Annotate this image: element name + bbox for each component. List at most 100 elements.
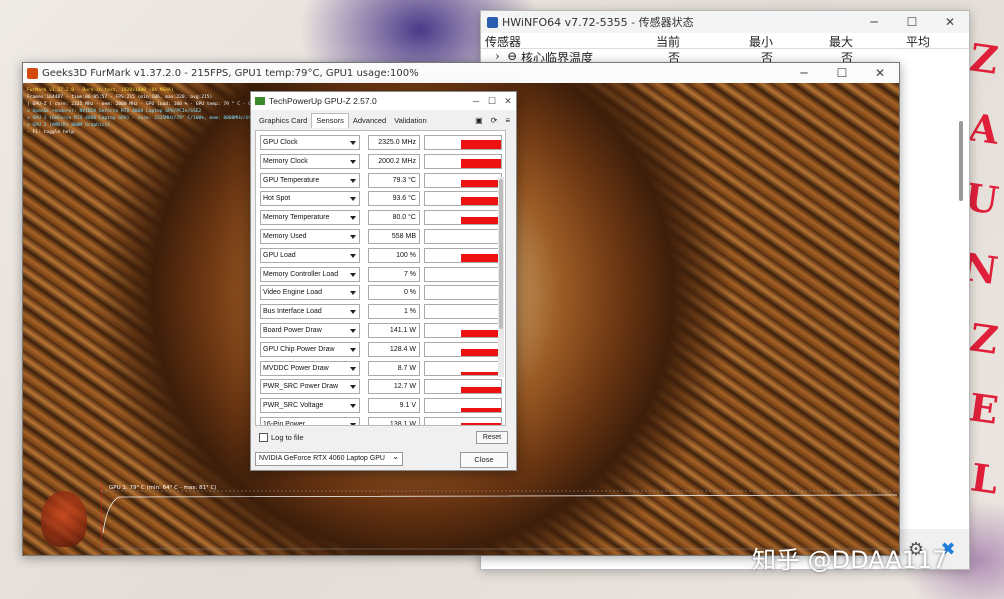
col-max[interactable]: 最大 [829,33,853,50]
sensor-name-dropdown[interactable]: Hot Spot [260,191,360,207]
sensor-scrollbar[interactable] [498,177,504,377]
tab-graphics-card[interactable]: Graphics Card [255,114,311,128]
sensor-value: 100 % [368,247,420,263]
sensor-name-dropdown[interactable]: Memory Controller Load [260,266,360,282]
tab-advanced[interactable]: Advanced [349,114,390,128]
furmark-titlebar[interactable]: Geeks3D FurMark v1.37.2.0 - 215FPS, GPU1… [23,63,899,83]
wallpaper-glyph: Z [967,314,1002,363]
sensor-name-dropdown[interactable]: MVDDC Power Draw [260,360,360,376]
maximize-icon[interactable]: ☐ [823,63,861,83]
sensor-graph [424,153,502,169]
sensor-name-dropdown[interactable]: Video Engine Load [260,285,360,301]
expand-chevron-icon[interactable]: › [495,49,500,63]
sensor-graph [424,266,502,282]
sensor-row: PWR_SRC Power Draw 12.7 W [258,378,502,397]
sensor-name-dropdown[interactable]: Memory Used [260,228,360,244]
furmark-title: Geeks3D FurMark v1.37.2.0 - 215FPS, GPU1… [42,67,419,79]
gpuz-app-icon [255,97,265,105]
sensor-graph [424,191,502,207]
sensor-row: GPU Chip Power Draw 128.4 W [258,341,502,360]
sensor-graph [424,304,502,320]
hwinfo-app-icon [487,16,498,28]
sensor-value: 138.1 W [368,416,420,425]
sensor-row: Bus Interface Load 1 % [258,303,502,322]
log-to-file-checkbox[interactable]: Log to file [259,433,304,442]
furmark-logo [41,491,87,547]
sensor-circle-icon: ⊖ [507,49,518,63]
checkbox-box[interactable] [259,433,268,442]
sensor-graph [424,228,502,244]
col-avg[interactable]: 平均 [906,33,930,50]
furmark-stats-overlay: FurMark v1.37.2.0 - Burn-in test, 1920x1… [27,87,270,136]
sensor-name-dropdown[interactable]: GPU Load [260,247,360,263]
menu-icon[interactable]: ≡ [505,116,510,125]
sensor-row: PWR_SRC Voltage 9.1 V [258,397,502,416]
maximize-icon[interactable]: ☐ [484,92,500,110]
sensor-name-dropdown[interactable]: PWR_SRC Voltage [260,398,360,414]
sensor-name-dropdown[interactable]: GPU Clock [260,135,360,150]
furmark-stat-line: > OpenGL renderer: NVIDIA GeForce RTX 40… [27,109,202,114]
sensor-value: 2000.2 MHz [368,153,420,169]
hwinfo-title: HWiNFO64 v7.72-5355 - 传感器状态 [502,16,694,29]
sensor-row: 16-Pin Power 138.1 W [258,416,502,425]
sensor-row: Memory Controller Load 7 % [258,266,502,285]
sensor-row: GPU Clock 2325.0 MHz [258,134,502,153]
sensor-name-dropdown[interactable]: PWR_SRC Power Draw [260,379,360,395]
sensor-value: 79.3 °C [368,172,420,188]
sensor-graph [424,341,502,357]
col-sensor[interactable]: 传感器 [485,33,521,50]
gpu-select-dropdown[interactable]: NVIDIA GeForce RTX 4060 Laptop GPU [255,451,403,466]
hwinfo-column-header: 传感器 当前 最小 最大 平均 [481,33,969,49]
sensor-graph [424,285,502,301]
sensor-value: 141.1 W [368,322,420,338]
zhihu-watermark: 知乎 @DDAA117 [752,546,948,574]
tab-sensors[interactable]: Sensors [311,113,349,128]
reset-button[interactable]: Reset [476,431,508,444]
sensor-name-dropdown[interactable]: 16-Pin Power [260,416,360,425]
sensor-value: 2325.0 MHz [368,135,420,150]
sensor-name-dropdown[interactable]: Board Power Draw [260,322,360,338]
camera-icon[interactable]: ▣ [475,116,483,125]
hwinfo-scrollbar[interactable] [959,121,963,201]
sensor-graph [424,247,502,263]
close-icon[interactable]: ✕ [861,63,899,83]
wallpaper-glyph: A [965,104,1002,153]
close-button[interactable]: Close [460,452,508,468]
wallpaper-glyph: Z [967,34,1002,83]
sensor-row: Board Power Draw 141.1 W [258,322,502,341]
sensor-row: Memory Clock 2000.2 MHz [258,153,502,172]
hwinfo-titlebar[interactable]: HWiNFO64 v7.72-5355 - 传感器状态 ─ ☐ ✕ [481,11,969,33]
sensor-name-dropdown[interactable]: Bus Interface Load [260,304,360,320]
furmark-stat-line: Frames:164487 - time:06:05:57 - FPS:215 … [27,95,213,100]
sensor-name-dropdown[interactable]: GPU Chip Power Draw [260,341,360,357]
sensor-row: MVDDC Power Draw 8.7 W [258,360,502,379]
sensor-row: Video Engine Load 0 % [258,284,502,303]
gpu-temp-graph-label: GPU 1: 79° C (min: 64° C - max: 81° C) [109,485,217,491]
col-min[interactable]: 最小 [749,33,773,50]
sensor-name-dropdown[interactable]: GPU Temperature [260,172,360,188]
sensor-name-dropdown[interactable]: Memory Clock [260,153,360,169]
sensor-value: 9.1 V [368,398,420,414]
wallpaper-glyph: L [968,454,1002,503]
close-icon[interactable]: ✕ [931,11,969,33]
maximize-icon[interactable]: ☐ [893,11,931,33]
minimize-icon[interactable]: ─ [855,11,893,33]
sensor-graph [424,379,502,395]
sensor-value: 12.7 W [368,379,420,395]
col-current[interactable]: 当前 [656,33,680,50]
refresh-icon[interactable]: ⟳ [491,116,498,125]
sensor-value: 0 % [368,285,420,301]
sensor-name-dropdown[interactable]: Memory Temperature [260,210,360,226]
sensor-graph [424,322,502,338]
minimize-icon[interactable]: ─ [468,92,484,110]
furmark-app-icon [27,67,38,79]
sensor-graph [424,360,502,376]
tab-validation[interactable]: Validation [390,114,430,128]
sensor-value: 1 % [368,304,420,320]
sensor-list: GPU Clock 2325.0 MHz Memory Clock 2000.2 MH… [258,134,502,425]
sensor-value: 7 % [368,266,420,282]
close-icon[interactable]: ✕ [500,92,516,110]
gpuz-window[interactable]: TechPowerUp GPU-Z 2.57.0 ─ ☐ ✕ Graphics … [250,91,517,471]
gpuz-titlebar[interactable]: TechPowerUp GPU-Z 2.57.0 ─ ☐ ✕ [251,92,516,110]
minimize-icon[interactable]: ─ [785,63,823,83]
